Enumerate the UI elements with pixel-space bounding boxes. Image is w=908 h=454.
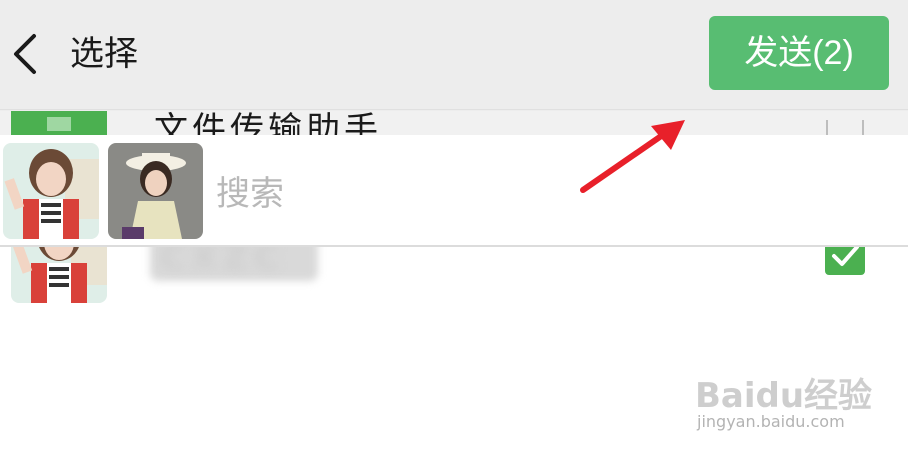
watermark-brand: Baidu经验 bbox=[695, 376, 873, 416]
page-title: 选择 bbox=[70, 34, 138, 74]
selected-avatar[interactable] bbox=[108, 143, 203, 239]
selected-avatar[interactable] bbox=[3, 143, 99, 239]
chevron-left-icon bbox=[14, 34, 36, 74]
back-button[interactable] bbox=[6, 30, 46, 78]
watermark: Baidu经验 jingyan.baidu.com bbox=[695, 360, 895, 440]
top-bar: 选择 发送(2) bbox=[0, 0, 908, 110]
arrow-annotation-icon bbox=[580, 120, 685, 193]
watermark-url: jingyan.baidu.com bbox=[697, 412, 845, 431]
send-button[interactable]: 发送(2) bbox=[709, 16, 889, 90]
